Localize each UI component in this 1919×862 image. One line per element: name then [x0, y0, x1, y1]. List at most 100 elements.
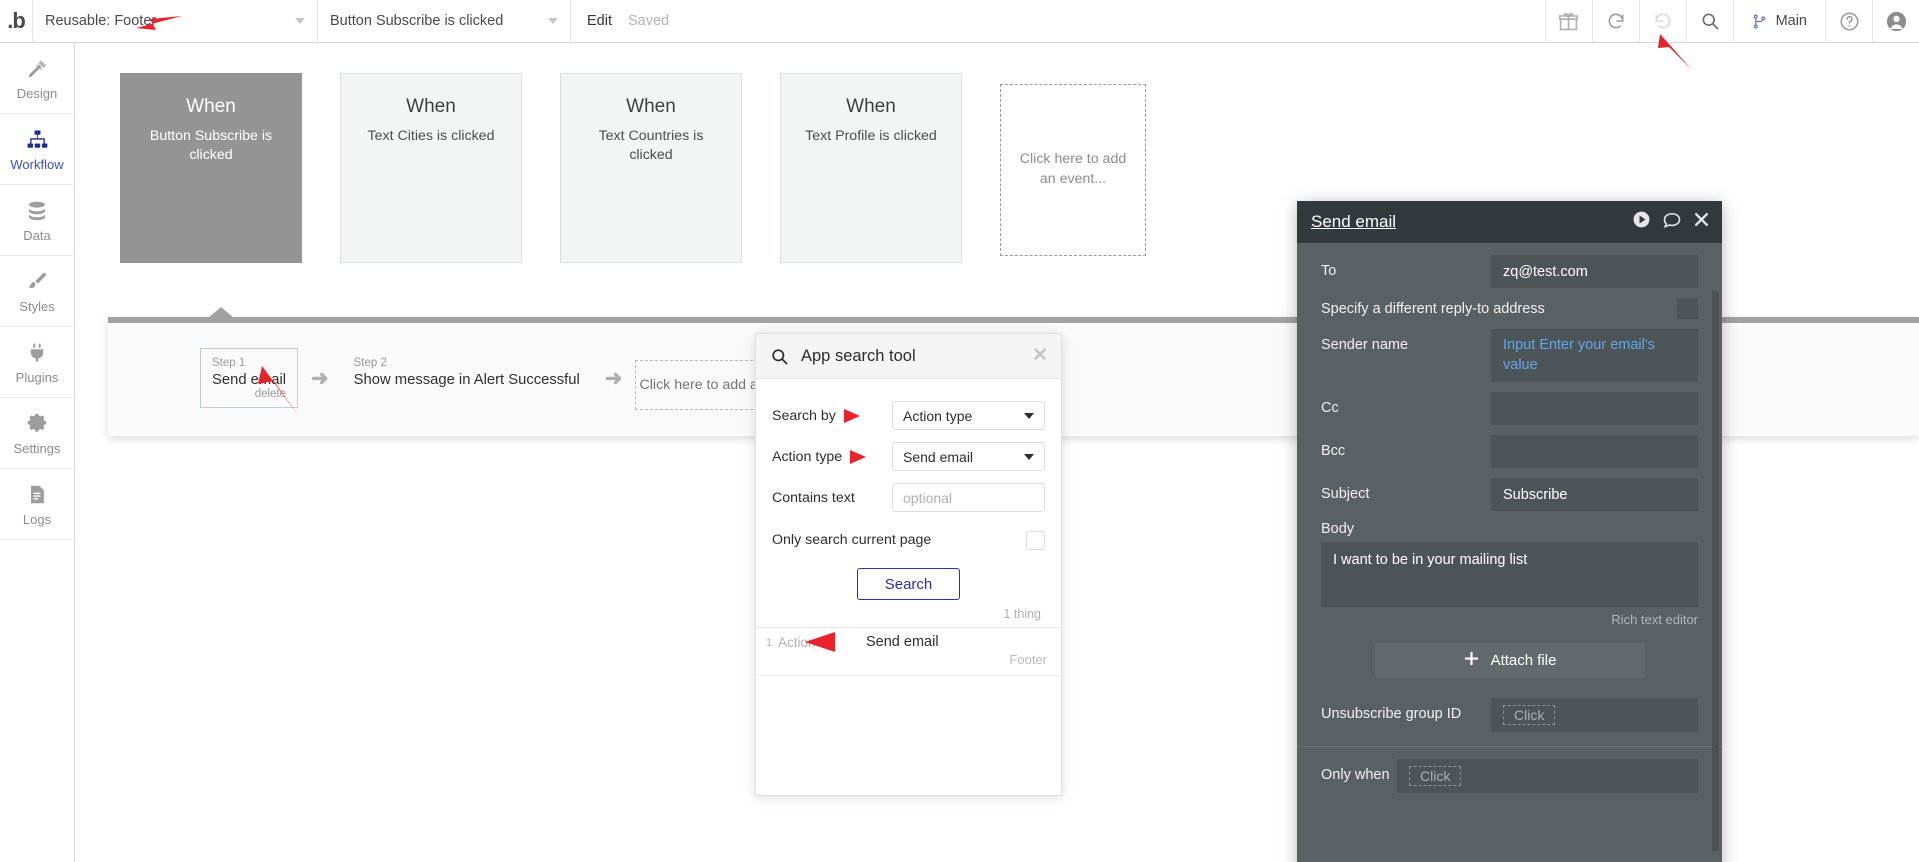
- step-arrow-icon: ➜: [311, 367, 329, 390]
- workflow-step-1[interactable]: Step 1 Send email delete: [200, 348, 299, 409]
- event-card-text-countries[interactable]: When Text Countries is clicked: [560, 73, 742, 263]
- event-card-text-profile[interactable]: When Text Profile is clicked: [780, 73, 962, 263]
- redo-icon[interactable]: [1638, 0, 1686, 42]
- field-unsubscribe-input[interactable]: Click: [1491, 698, 1698, 733]
- data-icon: [25, 198, 49, 224]
- event-description: Button Subscribe is clicked: [149, 128, 273, 163]
- sidebar-item-label: Data: [23, 227, 51, 243]
- event-when-label: When: [186, 96, 236, 117]
- sidebar-item-label: Styles: [19, 298, 55, 314]
- annotation-arrow-icon: [850, 449, 867, 464]
- sidebar-item-workflow[interactable]: Workflow: [0, 114, 74, 185]
- chevron-down-icon: [295, 18, 305, 24]
- chevron-down-icon: [1024, 453, 1034, 460]
- sidebar-item-settings[interactable]: Settings: [0, 398, 74, 469]
- send-email-title[interactable]: Send email: [1311, 212, 1396, 232]
- field-subject-input[interactable]: Subscribe: [1491, 478, 1698, 512]
- field-to-input[interactable]: zq@test.com: [1491, 255, 1698, 288]
- only-current-page-checkbox[interactable]: [1026, 530, 1045, 550]
- result-name: Send email: [866, 634, 939, 650]
- field-cc: Cc: [1321, 392, 1698, 426]
- field-sender-name-input[interactable]: Input Enter your email's value: [1491, 329, 1698, 383]
- save-status: Saved: [628, 13, 670, 29]
- event-selector[interactable]: Button Subscribe is clicked: [318, 0, 571, 42]
- field-only-when-input[interactable]: Click: [1397, 759, 1698, 794]
- field-bcc: Bcc: [1321, 435, 1698, 469]
- step-delete-link[interactable]: delete: [212, 388, 286, 400]
- field-sender-name-label: Sender name: [1321, 337, 1409, 353]
- panel-scrollbar[interactable]: [1712, 291, 1719, 851]
- help-icon[interactable]: [1825, 0, 1872, 42]
- search-icon: [772, 348, 788, 364]
- styles-brush-icon: [25, 269, 49, 295]
- attach-file-button[interactable]: Attach file: [1374, 643, 1645, 679]
- comment-icon[interactable]: [1662, 210, 1682, 235]
- bubble-editor-window: .b Reusable: Footer Button Subscribe is …: [0, 0, 1919, 862]
- edit-button[interactable]: Edit: [571, 0, 628, 42]
- bubble-logo-icon[interactable]: .b: [0, 0, 33, 42]
- step-arrow-icon: ➜: [604, 367, 623, 390]
- run-play-icon[interactable]: [1632, 210, 1651, 234]
- field-to: To zq@test.com: [1321, 255, 1698, 288]
- event-card-button-subscribe[interactable]: When Button Subscribe is clicked: [120, 73, 302, 263]
- search-by-value: Action type: [903, 407, 973, 424]
- contains-text-row: Contains text optional: [772, 477, 1045, 518]
- sidebar-item-logs[interactable]: Logs: [0, 469, 74, 540]
- branch-selector[interactable]: Main: [1732, 0, 1825, 42]
- app-search-tool-title: App search tool: [801, 346, 916, 365]
- left-sidebar: Design Workflow Data Styles Plugins Sett…: [0, 43, 85, 862]
- sidebar-item-label: Workflow: [10, 156, 64, 172]
- panel-divider: [1297, 746, 1722, 748]
- sidebar-item-label: Logs: [22, 511, 52, 527]
- gift-icon[interactable]: [1544, 0, 1592, 42]
- result-index: 1: [766, 637, 773, 649]
- search-result-row[interactable]: 1 Action Send email Footer: [756, 628, 1061, 676]
- field-reply-to-checkbox[interactable]: [1677, 298, 1698, 319]
- close-icon[interactable]: [1693, 211, 1710, 233]
- step-title: Send email: [212, 372, 287, 389]
- contains-text-input[interactable]: optional: [892, 483, 1045, 512]
- panel-header-icons: [1632, 210, 1710, 235]
- result-location: Footer: [1009, 652, 1047, 667]
- sidebar-item-label: Settings: [13, 440, 61, 456]
- sidebar-item-data[interactable]: Data: [0, 185, 74, 256]
- branch-icon: [1753, 13, 1765, 28]
- field-to-label: To: [1321, 263, 1337, 279]
- field-bcc-input[interactable]: [1491, 435, 1698, 469]
- search-by-dropdown[interactable]: Action type: [892, 401, 1045, 430]
- step-number: Step 1: [212, 357, 246, 369]
- action-type-row: Action type Send email: [772, 436, 1045, 477]
- action-type-text: Action type: [772, 448, 843, 465]
- panel-pointer: [208, 307, 234, 318]
- sidebar-item-label: Design: [16, 85, 58, 101]
- sidebar-item-design[interactable]: Design: [0, 43, 74, 114]
- page-selector[interactable]: Reusable: Footer: [33, 0, 318, 42]
- app-search-tool-panel: App search tool ✕ Search by Action type: [755, 333, 1062, 796]
- sidebar-item-plugins[interactable]: Plugins: [0, 327, 74, 398]
- chevron-down-icon: [1024, 412, 1034, 419]
- rich-text-editor-link[interactable]: Rich text editor: [1321, 612, 1698, 627]
- field-cc-input[interactable]: [1491, 392, 1698, 426]
- event-selector-value: Button Subscribe is clicked: [330, 13, 504, 29]
- event-description: Text Profile is clicked: [805, 128, 937, 144]
- workflow-canvas: When Button Subscribe is clicked When Te…: [75, 43, 1919, 862]
- field-reply-to-label: Specify a different reply-to address: [1321, 300, 1545, 317]
- workflow-step-2[interactable]: Step 2 Show message in Alert Successful: [342, 348, 592, 396]
- send-email-panel-header: Send email: [1297, 201, 1722, 243]
- action-type-dropdown[interactable]: Send email: [892, 442, 1045, 471]
- account-avatar-icon[interactable]: [1872, 0, 1919, 42]
- close-icon[interactable]: ✕: [1032, 346, 1048, 365]
- page-selector-value: Reusable: Footer: [45, 13, 157, 29]
- event-cards-row: When Button Subscribe is clicked When Te…: [120, 73, 1146, 263]
- field-cc-label: Cc: [1321, 400, 1339, 417]
- event-card-text-cities[interactable]: When Text Cities is clicked: [340, 73, 522, 263]
- field-body-label: Body: [1321, 521, 1355, 538]
- branch-label: Main: [1775, 13, 1807, 29]
- plugins-plug-icon: [25, 340, 49, 366]
- search-icon[interactable]: [1685, 0, 1733, 42]
- field-body-textarea[interactable]: I want to be in your mailing list: [1321, 542, 1698, 608]
- search-button[interactable]: Search: [857, 568, 960, 600]
- sidebar-item-styles[interactable]: Styles: [0, 256, 74, 327]
- undo-icon[interactable]: [1591, 0, 1639, 42]
- add-event-card[interactable]: Click here to add an event...: [1000, 84, 1146, 256]
